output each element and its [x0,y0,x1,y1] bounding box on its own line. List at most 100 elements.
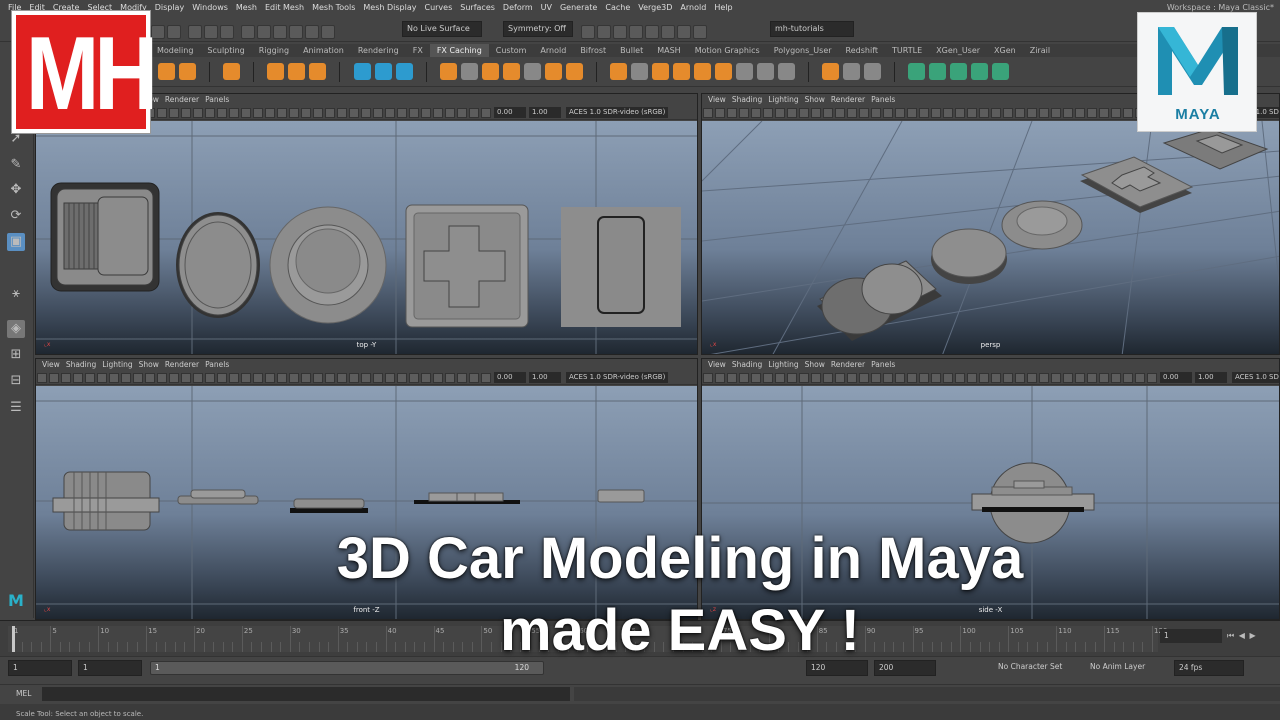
hypershade-icon[interactable] [629,24,643,39]
viewport-tool-icon[interactable] [49,373,59,383]
shelf-tool-icon[interactable] [353,63,371,80]
viewport-menu-item[interactable]: Lighting [768,95,798,104]
single-perspective-layout-icon[interactable]: ◈ [7,320,25,338]
viewport-menu-item[interactable]: Panels [205,360,229,369]
shelf-tool-icon[interactable] [992,63,1010,80]
shelf-tab[interactable]: FX [406,44,430,57]
viewport-tool-icon[interactable] [907,373,917,383]
viewport-menu-item[interactable]: Show [805,95,825,104]
ipr-render-icon[interactable] [597,24,611,39]
viewport-tool-icon[interactable] [811,373,821,383]
viewport-tool-icon[interactable] [277,373,287,383]
menu-item[interactable]: Help [714,3,732,12]
shelf-tool-icon[interactable] [843,63,861,80]
shelf-tab[interactable]: Motion Graphics [688,44,767,57]
viewport-tool-icon[interactable] [1051,373,1061,383]
viewport-tool-icon[interactable] [907,108,917,118]
viewport-tool-icon[interactable] [1087,373,1097,383]
viewport-tool-icon[interactable] [301,108,311,118]
viewport-tool-icon[interactable] [481,108,491,118]
near-clip-field[interactable]: 0.00 [494,107,526,118]
viewport-tool-icon[interactable] [775,108,785,118]
viewport-tool-icon[interactable] [133,373,143,383]
redo-icon[interactable] [167,24,181,39]
viewport-tool-icon[interactable] [337,108,347,118]
shelf-tab[interactable]: XGen [987,44,1023,57]
snap-view-icon[interactable] [321,24,336,39]
viewport-tool-icon[interactable] [751,373,761,383]
viewport-tool-icon[interactable] [361,373,371,383]
viewport-tool-icon[interactable] [217,373,227,383]
shelf-tool-icon[interactable] [374,63,392,80]
shelf-tab[interactable]: TURTLE [885,44,929,57]
viewport-tool-icon[interactable] [955,108,965,118]
shelf-tab[interactable]: XGen_User [929,44,987,57]
viewport-tool-icon[interactable] [325,373,335,383]
viewport-tool-icon[interactable] [739,108,749,118]
shelf-tool-icon[interactable] [565,63,583,80]
viewport-tool-icon[interactable] [241,108,251,118]
viewport-tool-icon[interactable] [1087,108,1097,118]
viewport-tool-icon[interactable] [433,373,443,383]
viewport-tool-icon[interactable] [871,108,881,118]
viewport-tool-icon[interactable] [445,108,455,118]
viewport-tool-icon[interactable] [97,373,107,383]
shelf-tool-icon[interactable] [756,63,774,80]
viewport-tool-icon[interactable] [979,373,989,383]
viewport-tool-icon[interactable] [205,373,215,383]
shelf-tab[interactable]: Modeling [150,44,200,57]
viewport-tool-icon[interactable] [811,108,821,118]
viewport-tool-icon[interactable] [169,373,179,383]
viewport-tool-icon[interactable] [229,108,239,118]
viewport-tool-icon[interactable] [373,373,383,383]
shelf-tool-icon[interactable] [864,63,882,80]
live-surface-field[interactable]: No Live Surface [402,21,482,37]
viewport-tool-icon[interactable] [193,373,203,383]
render-frame-icon[interactable] [581,24,595,39]
symmetry-field[interactable]: Symmetry: Off [503,21,573,37]
viewport-tool-icon[interactable] [943,373,953,383]
viewport-tool-icon[interactable] [289,108,299,118]
viewport-tool-icon[interactable] [253,373,263,383]
viewport-tool-icon[interactable] [421,108,431,118]
far-clip-field[interactable]: 1.00 [1195,372,1227,383]
viewport-tool-icon[interactable] [979,108,989,118]
viewport-tool-icon[interactable] [409,108,419,118]
viewport-tool-icon[interactable] [703,108,713,118]
shelf-tool-icon[interactable] [651,63,669,80]
viewport-tool-icon[interactable] [397,108,407,118]
menu-item[interactable]: Generate [560,3,597,12]
viewport-tool-icon[interactable] [1099,108,1109,118]
viewport-tool-icon[interactable] [1015,108,1025,118]
viewport-tool-icon[interactable] [847,373,857,383]
viewport-tool-icon[interactable] [919,108,929,118]
render-view-icon[interactable] [645,24,659,39]
viewport-tool-icon[interactable] [157,108,167,118]
text-tool-icon[interactable] [288,63,306,80]
shelf-tab[interactable]: Rigging [252,44,296,57]
manipulator-tool-icon[interactable]: ⚹ [7,285,25,303]
viewport-tool-icon[interactable] [1135,373,1145,383]
pause-icon[interactable] [693,24,707,39]
viewport-menu-item[interactable]: Shading [66,360,96,369]
menu-item[interactable]: Surfaces [460,3,495,12]
viewport-tool-icon[interactable] [727,373,737,383]
shelf-tab[interactable]: Arnold [533,44,573,57]
outliner-layout-icon[interactable]: ☰ [7,399,25,417]
viewport-tool-icon[interactable] [1003,108,1013,118]
menu-item[interactable]: Mesh [236,3,257,12]
shelf-tool-icon[interactable] [395,63,413,80]
viewport-tool-icon[interactable] [775,373,785,383]
viewport-tool-icon[interactable] [967,108,977,118]
viewport-tool-icon[interactable] [181,373,191,383]
viewport-tool-icon[interactable] [1051,108,1061,118]
viewport-tool-icon[interactable] [433,108,443,118]
shelf-tool-icon[interactable] [523,63,541,80]
color-space-menu[interactable]: ACES 1.0 SDR-video (sRGB) [566,107,669,118]
viewport-tool-icon[interactable] [313,108,323,118]
color-space-menu[interactable]: ACES 1.0 SDR-video (sRGB) [1232,372,1279,383]
viewport-tool-icon[interactable] [1075,108,1085,118]
shelf-tool-icon[interactable] [544,63,562,80]
viewport-tool-icon[interactable] [1063,108,1073,118]
shelf-tool-icon[interactable] [502,63,520,80]
